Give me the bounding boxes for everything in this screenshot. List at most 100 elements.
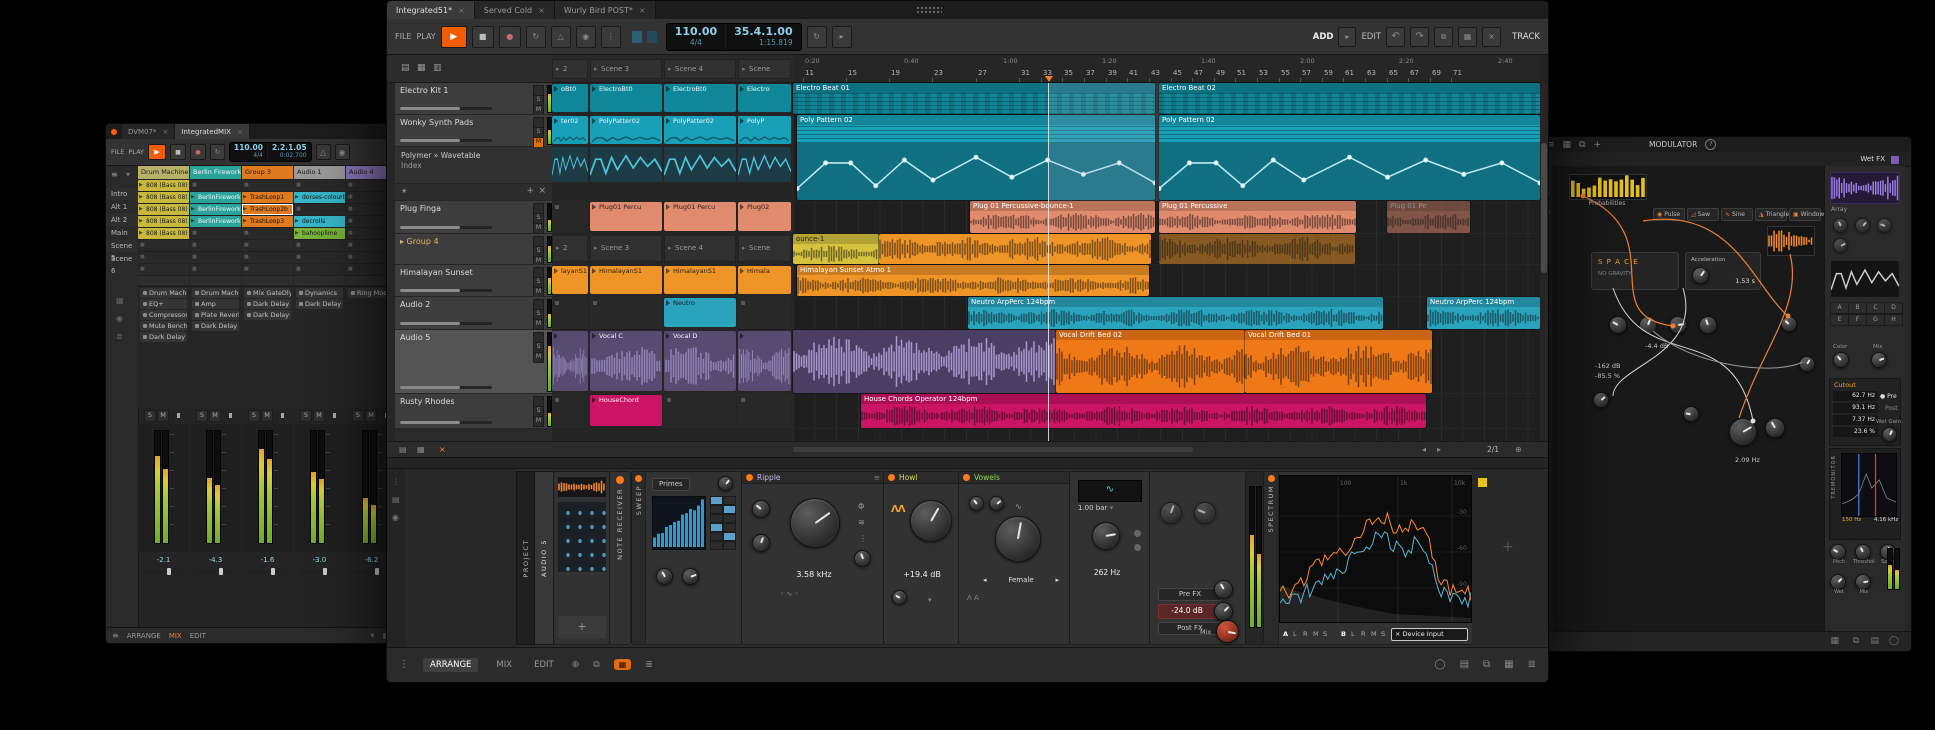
clip-automation[interactable]: [1159, 143, 1540, 200]
arrangement-track-lane[interactable]: Vocal Drift Bed 02Vocal Drift Bed 01: [793, 330, 1540, 394]
snap-icon[interactable]: ⊕: [572, 660, 580, 670]
stop-row[interactable]: [138, 276, 189, 285]
group-scene-slot[interactable]: ▸Scene 4: [664, 235, 736, 262]
dots-icon[interactable]: ⋮: [399, 659, 409, 670]
clip-slot-empty[interactable]: [590, 297, 662, 330]
fx-knob[interactable]: [1194, 502, 1216, 524]
search-icon[interactable]: ◯: [1889, 636, 1899, 646]
channel-header[interactable]: Audio 1: [294, 166, 345, 179]
clip-slot[interactable]: [738, 331, 791, 391]
clip-slot[interactable]: Vocal D: [664, 331, 736, 391]
spectrum-channel-b[interactable]: B: [1341, 630, 1346, 638]
power-icon[interactable]: [746, 474, 753, 481]
device-howl[interactable]: Howl ΛΛ +19.4 dB ▾: [883, 471, 960, 645]
duplicate-button[interactable]: ⧉: [1434, 27, 1453, 47]
clip-slot-empty[interactable]: ■: [294, 240, 345, 252]
arrangement-clip[interactable]: Neutro ArpPerc 124bpm: [1427, 297, 1540, 329]
zoom-in-icon[interactable]: ⊕: [1515, 445, 1522, 454]
pitch-knob[interactable]: [1830, 544, 1846, 560]
clip-slot[interactable]: ▶BerlinFireworksBit01: [190, 192, 241, 204]
device-tab-project[interactable]: PROJECT: [516, 471, 536, 645]
close-icon[interactable]: ×: [538, 186, 546, 196]
volume-fader[interactable]: [400, 226, 492, 229]
group-scene-slot[interactable]: ▸Scene: [738, 235, 791, 262]
clip-slot-empty[interactable]: ■: [190, 264, 241, 276]
arrangement-clip[interactable]: [793, 330, 1056, 393]
device-pill[interactable]: EQ+: [140, 299, 187, 309]
clip-slot-empty[interactable]: ■: [294, 264, 345, 276]
write-icon[interactable]: ◉: [392, 513, 399, 522]
arrangement-track-lane[interactable]: Plug 01 Percussive-bounce-1Plug 01 Percu…: [793, 201, 1540, 234]
settings-icon[interactable]: ≣: [116, 332, 123, 341]
spectrum-channel-b[interactable]: L: [1351, 630, 1355, 638]
volume-fader[interactable]: [400, 386, 492, 389]
clip-slot[interactable]: Vocal C: [590, 331, 662, 391]
device-cutout[interactable]: Cutout62.7 Hz93.1 Hz7.37 Hz23.6 %● PrePo…: [1829, 378, 1901, 446]
scene-list-item[interactable]: Alt 1: [106, 201, 138, 213]
clip-slot[interactable]: ter02: [552, 116, 588, 144]
playhead[interactable]: [1048, 83, 1049, 441]
arrangement-track-lane[interactable]: Electro Beat 01Electro Beat 02: [793, 83, 1540, 115]
scene-header-cell[interactable]: ▸Scene 3: [590, 59, 662, 79]
sweep-knob[interactable]: [656, 568, 673, 585]
clip-slot-empty[interactable]: ■: [294, 204, 345, 216]
freq-high-value[interactable]: 4.16 kHz: [1874, 517, 1898, 523]
spectrum-channel-a[interactable]: S: [1323, 630, 1327, 638]
spectrum-channel-a[interactable]: R: [1303, 630, 1308, 638]
pan-slider[interactable]: [171, 414, 185, 417]
clip-slot[interactable]: Plug01 Percu: [590, 202, 662, 231]
modulator-tab[interactable]: MODULATOR: [1649, 140, 1697, 149]
clip-slot[interactable]: ▶dorses-colourb: [294, 192, 345, 204]
channel-header[interactable]: Group 3: [242, 166, 293, 179]
grid-icon[interactable]: ▦: [1830, 636, 1839, 646]
io-icon[interactable]: ▦: [1504, 659, 1513, 670]
arrangement-clip[interactable]: [1159, 234, 1355, 264]
vowels-small-knob[interactable]: [969, 496, 984, 511]
stop-button[interactable]: ■: [170, 144, 186, 160]
ripple-small-knob[interactable]: [752, 500, 770, 518]
device-pill[interactable]: Drum Machine: [140, 288, 187, 298]
ripple-value[interactable]: 3.58 kHz: [790, 570, 838, 579]
metronome-button[interactable]: △: [551, 26, 571, 48]
pad-f[interactable]: F: [1848, 314, 1867, 326]
track-header[interactable]: ▸ Group 4SM: [395, 234, 552, 265]
play-button[interactable]: ▶: [441, 26, 467, 48]
copy-icon[interactable]: ⧉: [1579, 140, 1585, 150]
color-knob[interactable]: [1833, 352, 1849, 368]
spectrum-channel-a[interactable]: M: [1313, 630, 1319, 638]
scene-list-item[interactable]: Scene 5: [106, 240, 138, 252]
volume-fader[interactable]: [400, 139, 492, 142]
wave-shape-button-window[interactable]: ▣Window: [1789, 208, 1821, 221]
fx-slot-icon[interactable]: [1478, 478, 1487, 487]
patch-knob[interactable]: [1765, 418, 1785, 438]
sweep-knob[interactable]: [718, 476, 733, 491]
vowel-selector[interactable]: ◂ Female ▸: [983, 576, 1059, 584]
threshold-knob[interactable]: [1855, 544, 1871, 560]
add-device-button[interactable]: +: [1502, 539, 1514, 555]
scroll-right-icon[interactable]: ▸: [1437, 445, 1441, 454]
clip-slot[interactable]: [552, 331, 588, 391]
main-window-titlebar[interactable]: Integrated51*×Served Cold×Wurly Bird POS…: [387, 1, 1548, 19]
arrangement-clip[interactable]: Plug 01 Percussive-bounce-1: [970, 201, 1155, 233]
project-tab[interactable]: DVM07*×: [122, 124, 175, 139]
clip-slot[interactable]: Plug02: [738, 202, 791, 231]
menu-icon[interactable]: ≡: [111, 170, 118, 179]
device-lfo[interactable]: ∿ 1.00 bar ▾ 262 Hz: [1069, 471, 1151, 645]
more-icon[interactable]: ⋮: [859, 534, 867, 543]
spectrum-channel-b[interactable]: S: [1381, 630, 1385, 638]
fader-handle[interactable]: [375, 568, 379, 575]
step-cell[interactable]: [710, 514, 723, 523]
device-pill[interactable]: Dynamics: [296, 288, 343, 298]
mute-button[interactable]: M: [533, 319, 544, 330]
clip-slot-empty[interactable]: ■: [242, 264, 293, 276]
solo-button[interactable]: S: [248, 410, 260, 422]
chevron-down-icon[interactable]: ▾: [126, 170, 130, 179]
cutout-row[interactable]: 23.6 %: [1833, 427, 1878, 437]
wet-gain-knob[interactable]: [1882, 427, 1897, 442]
solo-button[interactable]: S: [196, 410, 208, 422]
close-icon[interactable]: ×: [458, 6, 465, 15]
stop-row[interactable]: [242, 276, 293, 285]
mute-button[interactable]: M: [533, 416, 544, 427]
scene-list-item[interactable]: Intro: [106, 188, 138, 200]
project-tab[interactable]: Served Cold×: [475, 1, 555, 19]
